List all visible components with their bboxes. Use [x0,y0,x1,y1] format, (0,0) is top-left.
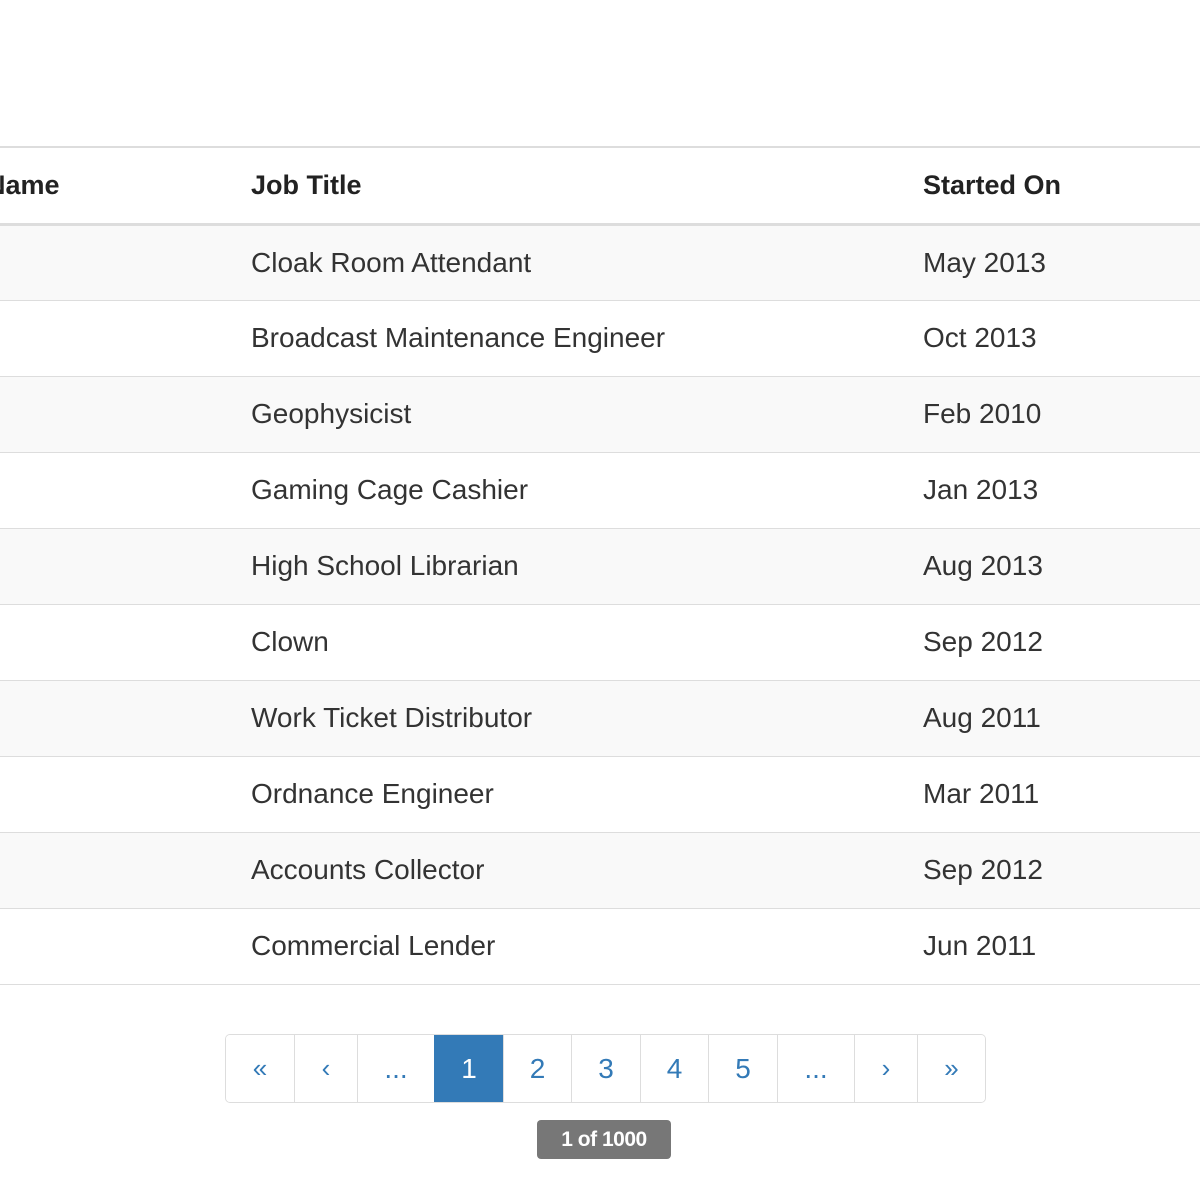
employee-table-container: Name Job Title Started On Da g Cloak Roo… [0,146,1200,985]
header-row: Name Job Title Started On Da [0,147,1200,224]
table-row: Work Ticket Distributor Aug 2011 27 [0,680,1200,756]
pagination: « ‹ ... 1 2 3 4 5 ... › » [225,1034,986,1103]
page: Name Job Title Started On Da g Cloak Roo… [0,0,1200,1200]
cell-job-title: High School Librarian [251,550,519,581]
column-header-job-title[interactable]: Job Title [251,147,923,224]
table-row: High School Librarian Aug 2013 23 [0,528,1200,604]
employee-table: Name Job Title Started On Da g Cloak Roo… [0,146,1200,985]
table-row: Geophysicist Feb 2010 15 [0,376,1200,452]
last-page-button[interactable]: » [917,1035,985,1102]
cell-name[interactable]: g [0,224,251,300]
column-header-name[interactable]: Name [0,147,251,224]
cell-started-on: May 2013 [923,246,1046,278]
cell-started-on: Sep 2012 [923,626,1043,657]
cell-name[interactable] [0,300,251,376]
page-button-2[interactable]: 2 [503,1035,571,1102]
cell-job-title: Clown [251,626,329,657]
cell-name[interactable] [0,376,251,452]
column-header-started-on[interactable]: Started On [923,147,1200,224]
cell-name[interactable] [0,756,251,832]
previous-page-button[interactable]: ‹ [294,1035,357,1102]
cell-started-on: Feb 2010 [923,398,1042,429]
cell-name[interactable] [0,832,251,908]
page-count-badge: 1 of 1000 [537,1120,671,1159]
table-row: Accounts Collector Sep 2012 07 [0,832,1200,908]
cell-name[interactable] [0,604,251,680]
cell-started-on: Aug 2011 [923,702,1041,733]
page-button-5[interactable]: 5 [708,1035,777,1102]
cell-job-title: Ordnance Engineer [251,778,494,809]
cell-started-on: Jan 2013 [923,474,1039,505]
cell-job-title: Accounts Collector [251,854,485,885]
cell-name[interactable] [0,680,251,756]
table-row: g Cloak Room Attendant May 2013 16 [0,224,1200,300]
cell-started-on: Mar 2011 [923,778,1040,809]
table-row: Broadcast Maintenance Engineer Oct 2013 … [0,300,1200,376]
cell-started-on: Aug 2013 [923,550,1043,581]
cell-job-title: Cloak Room Attendant [251,246,532,278]
cell-name[interactable] [0,528,251,604]
table-row: Clown Sep 2012 02 [0,604,1200,680]
cell-started-on: Jun 2011 [923,930,1037,961]
page-button-1[interactable]: 1 [434,1035,503,1102]
table-header: Name Job Title Started On Da [0,147,1200,224]
table-row: Gaming Cage Cashier Jan 2013 03 [0,452,1200,528]
first-page-button[interactable]: « [226,1035,294,1102]
cell-name[interactable] [0,908,251,984]
cell-started-on: Oct 2013 [923,322,1037,353]
cell-job-title: Geophysicist [251,398,412,429]
cell-started-on: Sep 2012 [923,854,1043,885]
page-button-3[interactable]: 3 [571,1035,640,1102]
table-row: Commercial Lender Jun 2011 09 [0,908,1200,984]
table-body: g Cloak Room Attendant May 2013 16 Broad… [0,224,1200,984]
cell-name[interactable] [0,452,251,528]
page-button-4[interactable]: 4 [640,1035,708,1102]
cell-job-title: Work Ticket Distributor [251,702,533,733]
ellipsis-left-button[interactable]: ... [357,1035,434,1102]
cell-job-title: Broadcast Maintenance Engineer [251,322,666,353]
ellipsis-right-button[interactable]: ... [777,1035,854,1102]
cell-job-title: Gaming Cage Cashier [251,474,529,505]
cell-job-title: Commercial Lender [251,930,496,961]
table-row: Ordnance Engineer Mar 2011 24 [0,756,1200,832]
next-page-button[interactable]: › [854,1035,917,1102]
